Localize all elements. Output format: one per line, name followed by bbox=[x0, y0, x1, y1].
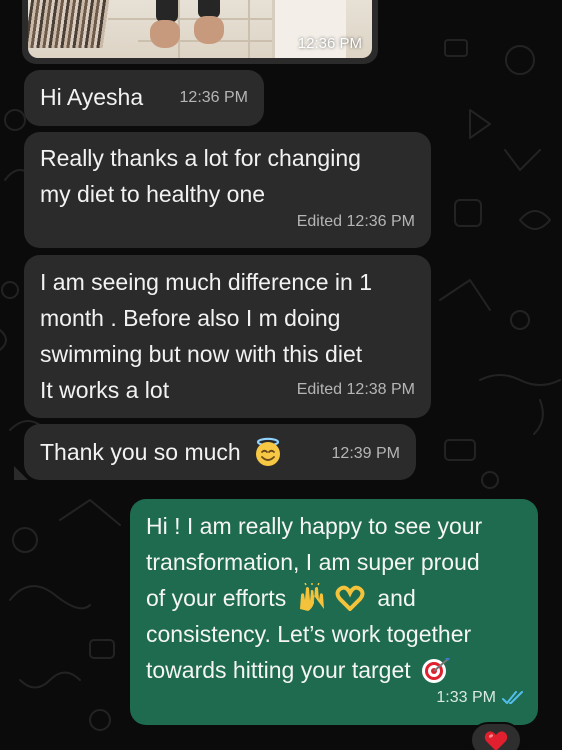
message-time: 12:36 PM bbox=[346, 213, 415, 230]
double-check-read-icon bbox=[502, 691, 523, 704]
message-time: 12:36 PM bbox=[297, 35, 362, 52]
message-text-content: of your efforts bbox=[146, 585, 287, 611]
incoming-message[interactable]: Hi Ayesha 12:36 PM bbox=[24, 70, 264, 126]
smiling-face-with-halo-icon bbox=[256, 437, 281, 466]
message-text-line: I am seeing much difference in 1 bbox=[40, 269, 372, 295]
image-message[interactable]: 12:36 PM bbox=[22, 0, 378, 64]
incoming-message[interactable]: Really thanks a lot for changing my diet… bbox=[24, 132, 431, 248]
incoming-message[interactable]: Thank you so much 12:39 PM bbox=[24, 424, 416, 480]
message-time: 12:36 PM bbox=[179, 89, 248, 106]
message-text-line: consistency. Let’s work together bbox=[146, 621, 472, 647]
message-text-line: transformation, I am super proud bbox=[146, 549, 480, 575]
message-text: Hi Ayesha bbox=[40, 84, 144, 110]
heart-hands-icon bbox=[335, 585, 365, 611]
message-text-content: and bbox=[377, 585, 416, 611]
message-text: Thank you so much bbox=[40, 434, 283, 470]
message-time: 12:38 PM bbox=[346, 381, 415, 398]
red-heart-icon bbox=[484, 731, 508, 750]
message-time: 1:33 PM bbox=[436, 689, 496, 706]
message-text-line: my diet to healthy one bbox=[40, 181, 266, 207]
message-text-content: Thank you so much bbox=[40, 439, 241, 465]
message-text-line: Hi ! I am really happy to see your bbox=[146, 513, 483, 539]
edited-label: Edited bbox=[296, 381, 343, 398]
message-meta: Edited 12:36 PM bbox=[297, 204, 415, 240]
message-text-content: towards hitting your target bbox=[146, 657, 411, 683]
message-meta: 1:33 PM bbox=[436, 680, 524, 716]
edited-label: Edited bbox=[296, 213, 343, 230]
incoming-message[interactable]: I am seeing much difference in 1 month .… bbox=[24, 255, 431, 418]
message-text-line: swimming but now with this diet bbox=[40, 341, 363, 367]
bubble-tail bbox=[14, 466, 28, 480]
message-text-line: month . Before also I m doing bbox=[40, 305, 341, 331]
outgoing-message[interactable]: Hi ! I am really happy to see your trans… bbox=[130, 499, 538, 725]
message-text-line: of your efforts and bbox=[146, 580, 416, 616]
message-meta: Edited 12:38 PM bbox=[297, 372, 415, 408]
message-time: 12:39 PM bbox=[331, 445, 400, 462]
message-text-line: towards hitting your target bbox=[146, 652, 451, 688]
raising-hands-icon bbox=[299, 582, 324, 611]
message-reaction[interactable] bbox=[470, 722, 522, 750]
message-text-line: It works a lot bbox=[40, 377, 170, 403]
message-text-line: Really thanks a lot for changing bbox=[40, 145, 361, 171]
